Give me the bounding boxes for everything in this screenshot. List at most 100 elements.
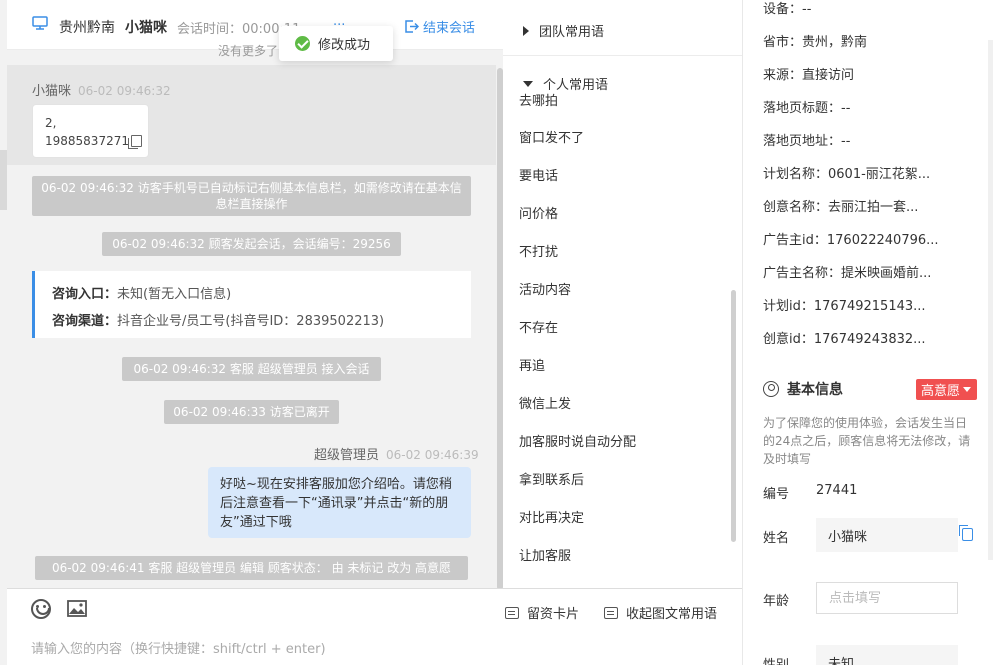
collapse-phrases-label: 收起图文常用语 <box>626 607 718 622</box>
name-field[interactable] <box>816 518 958 552</box>
message-text-line1: 2, <box>45 116 57 130</box>
info-value: -- <box>841 101 851 116</box>
info-value: 去丽江拍一套... <box>828 200 919 215</box>
info-label: 计划名称： <box>763 167 829 182</box>
phrase-item[interactable]: 对比再决定 <box>519 507 584 526</box>
consult-entry-value: 未知(暂无入口信息) <box>117 287 232 302</box>
consult-info-card: 咨询入口：未知(暂无入口信息) 咨询渠道：抖音企业号/员工号(抖音号ID：283… <box>32 271 471 338</box>
info-row-source: 来源：直接访问 <box>763 64 854 83</box>
divider <box>503 588 742 589</box>
no-more-history: 没有更多了 <box>218 44 279 58</box>
consult-entry-label: 咨询入口： <box>52 287 118 302</box>
basic-info-heading: 基本信息 <box>763 379 843 399</box>
phrases-scrollbar[interactable] <box>731 290 736 542</box>
intent-status-label: 高意愿 <box>921 384 961 399</box>
copy-icon[interactable] <box>959 525 973 541</box>
copy-icon[interactable] <box>127 135 142 149</box>
info-label: 落地页标题： <box>763 101 842 116</box>
info-value: -- <box>841 134 851 149</box>
leave-card-label: 留资卡片 <box>527 607 580 622</box>
age-label: 年龄 <box>763 594 790 609</box>
phrase-item[interactable]: 窗口发不了 <box>519 127 584 146</box>
collapse-phrases-button[interactable]: 收起图文常用语 <box>604 603 717 622</box>
consult-channel-value: 抖音企业号/员工号(抖音号ID：2839502213) <box>117 314 385 329</box>
monitor-icon <box>32 16 48 30</box>
agent-message-meta: 超级管理员 06-02 09:46:39 <box>314 444 479 463</box>
end-session-button[interactable]: 结束会话 <box>404 17 475 36</box>
info-value: 贵州，黔南 <box>802 35 868 50</box>
phrase-item[interactable]: 去哪拍 <box>519 90 558 109</box>
info-row-creative-id: 创意id：176749243832... <box>763 328 926 347</box>
phrase-item[interactable]: 活动内容 <box>519 279 571 298</box>
check-circle-icon <box>295 36 310 51</box>
info-row-plan-id: 计划id：176749215143... <box>763 295 926 314</box>
gender-select[interactable]: 未知 <box>816 645 958 665</box>
phrase-item[interactable]: 不打扰 <box>519 241 558 260</box>
sender-name: 超级管理员 <box>314 448 380 463</box>
info-label: 设备： <box>763 2 803 17</box>
message-time: 06-02 09:46:39 <box>386 448 479 462</box>
phrase-item[interactable]: 拿到联系后 <box>519 469 584 488</box>
info-value: 提米映画婚前... <box>841 266 932 281</box>
age-field[interactable] <box>816 582 958 614</box>
info-label: 创意id： <box>763 332 814 347</box>
info-label: 落地页地址： <box>763 134 842 149</box>
phrase-item[interactable]: 微信上发 <box>519 393 571 412</box>
end-session-label: 结束会话 <box>423 21 476 36</box>
info-value: 176749215143... <box>813 299 926 314</box>
intent-status-dropdown[interactable]: 高意愿 <box>916 379 978 400</box>
success-toast: 修改成功 <box>279 26 393 61</box>
chat-input-area: 请输入您的内容（换行快捷键：shift/ctrl + enter) <box>7 589 503 665</box>
group-label: 团队常用语 <box>539 25 605 40</box>
info-value: -- <box>802 2 812 17</box>
info-row-creative-name: 创意名称：去丽江拍一套... <box>763 196 918 215</box>
phrase-item[interactable]: 让加客服 <box>519 545 571 564</box>
phrase-item[interactable]: 加客服时说自动分配 <box>519 431 636 450</box>
customer-info-panel: 设备：-- 省市：贵州，黔南 来源：直接访问 落地页标题：-- 落地页地址：--… <box>743 0 997 665</box>
consult-channel-label: 咨询渠道： <box>52 314 118 329</box>
info-label: 广告主id： <box>763 233 827 248</box>
gender-label: 性别 <box>763 654 789 665</box>
left-edge-tab[interactable] <box>0 150 7 210</box>
info-row-advertiser-name: 广告主名称：提米映画婚前... <box>763 262 931 281</box>
visitor-message-meta: 小猫咪 06-02 09:46:32 <box>32 80 171 99</box>
message-phone[interactable]: 19885837271 <box>45 134 129 148</box>
info-label: 省市： <box>763 35 803 50</box>
visitor-message-bubble: 2, 19885837271 <box>32 104 149 158</box>
system-message: 06-02 09:46:32 访客手机号已自动标记右侧基本信息栏，如需修改请在基… <box>32 176 471 216</box>
message-input[interactable]: 请输入您的内容（换行快捷键：shift/ctrl + enter) <box>31 638 326 657</box>
info-label: 来源： <box>763 68 803 83</box>
info-scrollbar[interactable] <box>988 40 993 560</box>
system-message: 06-02 09:46:33 访客已离开 <box>164 400 339 424</box>
phrase-item[interactable]: 不存在 <box>519 317 558 336</box>
info-label: 广告主名称： <box>763 266 842 281</box>
system-message: 06-02 09:46:41 客服 超级管理员 编辑 顾客状态： 由 未标记 改… <box>35 556 468 580</box>
info-value: 直接访问 <box>802 68 855 83</box>
info-label: 计划id： <box>763 299 814 314</box>
exit-icon <box>405 20 419 33</box>
leave-card-button[interactable]: 留资卡片 <box>505 603 579 622</box>
info-row-plan-name: 计划名称：0601-丽江花絮... <box>763 163 930 182</box>
phrase-item[interactable]: 再追 <box>519 355 545 374</box>
toast-text: 修改成功 <box>318 38 371 53</box>
phrase-item[interactable]: 要电话 <box>519 165 558 184</box>
caret-right-icon <box>523 25 529 36</box>
caret-down-icon <box>523 80 533 87</box>
divider <box>503 55 742 56</box>
phrase-item[interactable]: 问价格 <box>519 203 558 222</box>
image-icon[interactable] <box>67 600 87 617</box>
emoji-icon[interactable] <box>31 599 51 619</box>
user-icon <box>763 381 779 397</box>
info-row-province: 省市：贵州，黔南 <box>763 31 867 50</box>
edit-notice: 为了保障您的使用体验，会话发生当日的24点之后，顾客信息将无法修改，请及时填写 <box>763 416 971 466</box>
visitor-name: 小猫咪 <box>125 20 167 36</box>
info-label: 创意名称： <box>763 200 829 215</box>
info-value: 0601-丽江花絮... <box>828 167 931 182</box>
basic-info-title: 基本信息 <box>787 382 843 398</box>
team-phrases-group[interactable]: 团队常用语 <box>523 21 604 40</box>
visitor-region: 贵州黔南 <box>59 20 115 36</box>
info-row-landing-title: 落地页标题：-- <box>763 97 850 116</box>
name-label: 姓名 <box>763 531 790 546</box>
chat-panel: 贵州黔南 小猫咪 会话时间：00:00:11 ... 结束会话 没有更多了 小猫… <box>0 0 503 665</box>
info-row-landing-url: 落地页地址：-- <box>763 130 850 149</box>
